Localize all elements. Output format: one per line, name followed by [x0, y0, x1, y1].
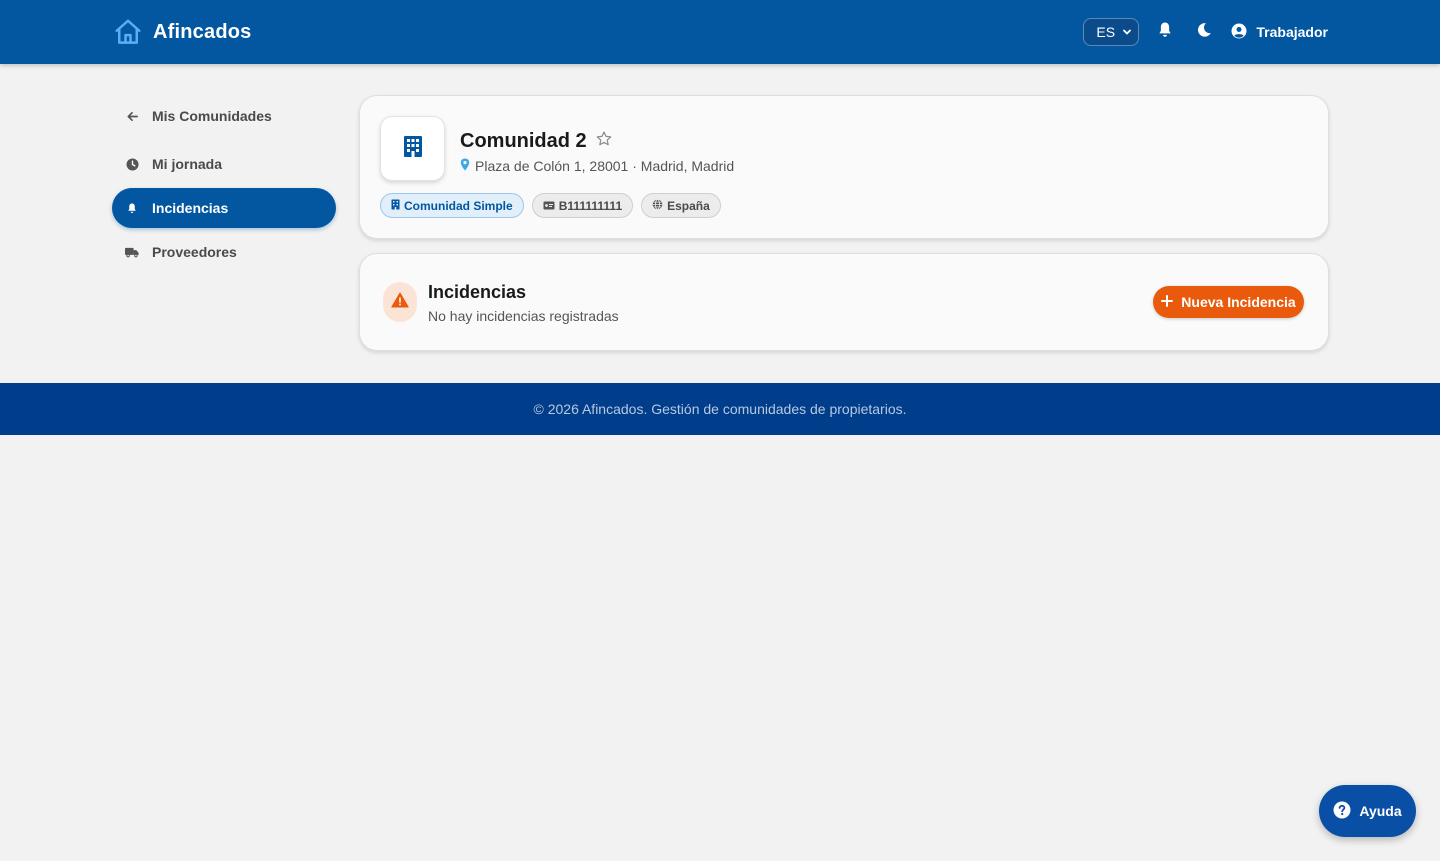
bell-icon	[125, 201, 139, 215]
community-title: Comunidad 2	[460, 130, 587, 152]
chip-label: Comunidad Simple	[404, 198, 513, 213]
question-circle-icon	[1333, 801, 1351, 822]
star-outline-icon	[595, 130, 613, 153]
language-select[interactable]: ES	[1083, 18, 1140, 46]
community-header: Comunidad 2	[460, 130, 613, 153]
user-name: Trabajador	[1256, 24, 1328, 40]
building-icon	[401, 134, 425, 163]
brand-link[interactable]: Afincados	[113, 16, 251, 48]
footer-copyright: © 2026 Afincados. Gestión de comunidades…	[533, 401, 907, 417]
sidebar-item-label: Mi jornada	[152, 156, 223, 172]
arrow-left-icon	[125, 109, 139, 123]
brand-name: Afincados	[153, 20, 252, 43]
language-value: ES	[1096, 24, 1116, 40]
chip-label: B111111111	[558, 198, 623, 213]
community-chips: Comunidad Simple B111111111 España	[380, 193, 721, 218]
footer: © 2026 Afincados. Gestión de comunidades…	[0, 383, 1440, 435]
sidebar-item-proveedores[interactable]: Proveedores	[112, 232, 336, 272]
chip-label: España	[667, 198, 710, 213]
sidebar-item-mis-comunidades[interactable]: Mis Comunidades	[112, 96, 336, 136]
incidents-empty-message: No hay incidencias registradas	[428, 308, 619, 324]
help-button[interactable]: Ayuda	[1319, 785, 1416, 837]
clock-icon	[125, 157, 139, 171]
country-chip: España	[641, 193, 721, 218]
community-type-chip: Comunidad Simple	[380, 193, 524, 218]
community-card: Comunidad 2 Plaza de Colón 1, 28001 · Ma…	[359, 95, 1329, 239]
sidebar-item-label: Mis Comunidades	[152, 108, 272, 124]
help-label: Ayuda	[1359, 803, 1402, 819]
map-pin-icon	[460, 158, 470, 174]
sidebar-item-label: Incidencias	[152, 200, 229, 216]
moon-icon	[1195, 21, 1213, 44]
sidebar-item-incidencias[interactable]: Incidencias	[112, 188, 336, 228]
user-circle-icon	[1230, 22, 1248, 43]
warning-icon	[391, 292, 409, 313]
notifications-button[interactable]	[1152, 19, 1178, 45]
home-icon	[113, 17, 143, 47]
community-address: Plaza de Colón 1, 28001 · Madrid, Madrid	[460, 158, 734, 174]
sidebar-item-label: Proveedores	[152, 244, 237, 260]
building-icon	[391, 199, 400, 213]
user-menu[interactable]: Trabajador	[1230, 22, 1328, 43]
plus-icon	[1161, 294, 1174, 310]
header-actions: ES Trabajador	[1083, 18, 1328, 46]
community-logo	[380, 116, 445, 181]
bell-icon	[1156, 21, 1174, 44]
favorite-button[interactable]	[595, 130, 613, 153]
id-card-icon	[543, 199, 555, 213]
chevron-down-icon	[1122, 24, 1132, 40]
new-incident-label: Nueva Incidencia	[1181, 294, 1296, 310]
sidebar: Mis Comunidades Mi jornada Incidencias P…	[112, 96, 336, 276]
incidents-badge	[383, 282, 417, 322]
incidents-title: Incidencias	[428, 282, 527, 302]
truck-icon	[125, 245, 139, 259]
sidebar-item-mi-jornada[interactable]: Mi jornada	[112, 144, 336, 184]
new-incident-button[interactable]: Nueva Incidencia	[1153, 286, 1304, 318]
address-text: Plaza de Colón 1, 28001 · Madrid, Madrid	[475, 158, 735, 174]
top-navbar: Afincados ES Trabajador	[0, 0, 1440, 64]
tax-id-chip: B111111111	[531, 193, 634, 218]
incidents-card: Incidencias No hay incidencias registrad…	[359, 253, 1329, 351]
dark-mode-toggle[interactable]	[1191, 19, 1217, 45]
globe-icon	[652, 198, 663, 213]
